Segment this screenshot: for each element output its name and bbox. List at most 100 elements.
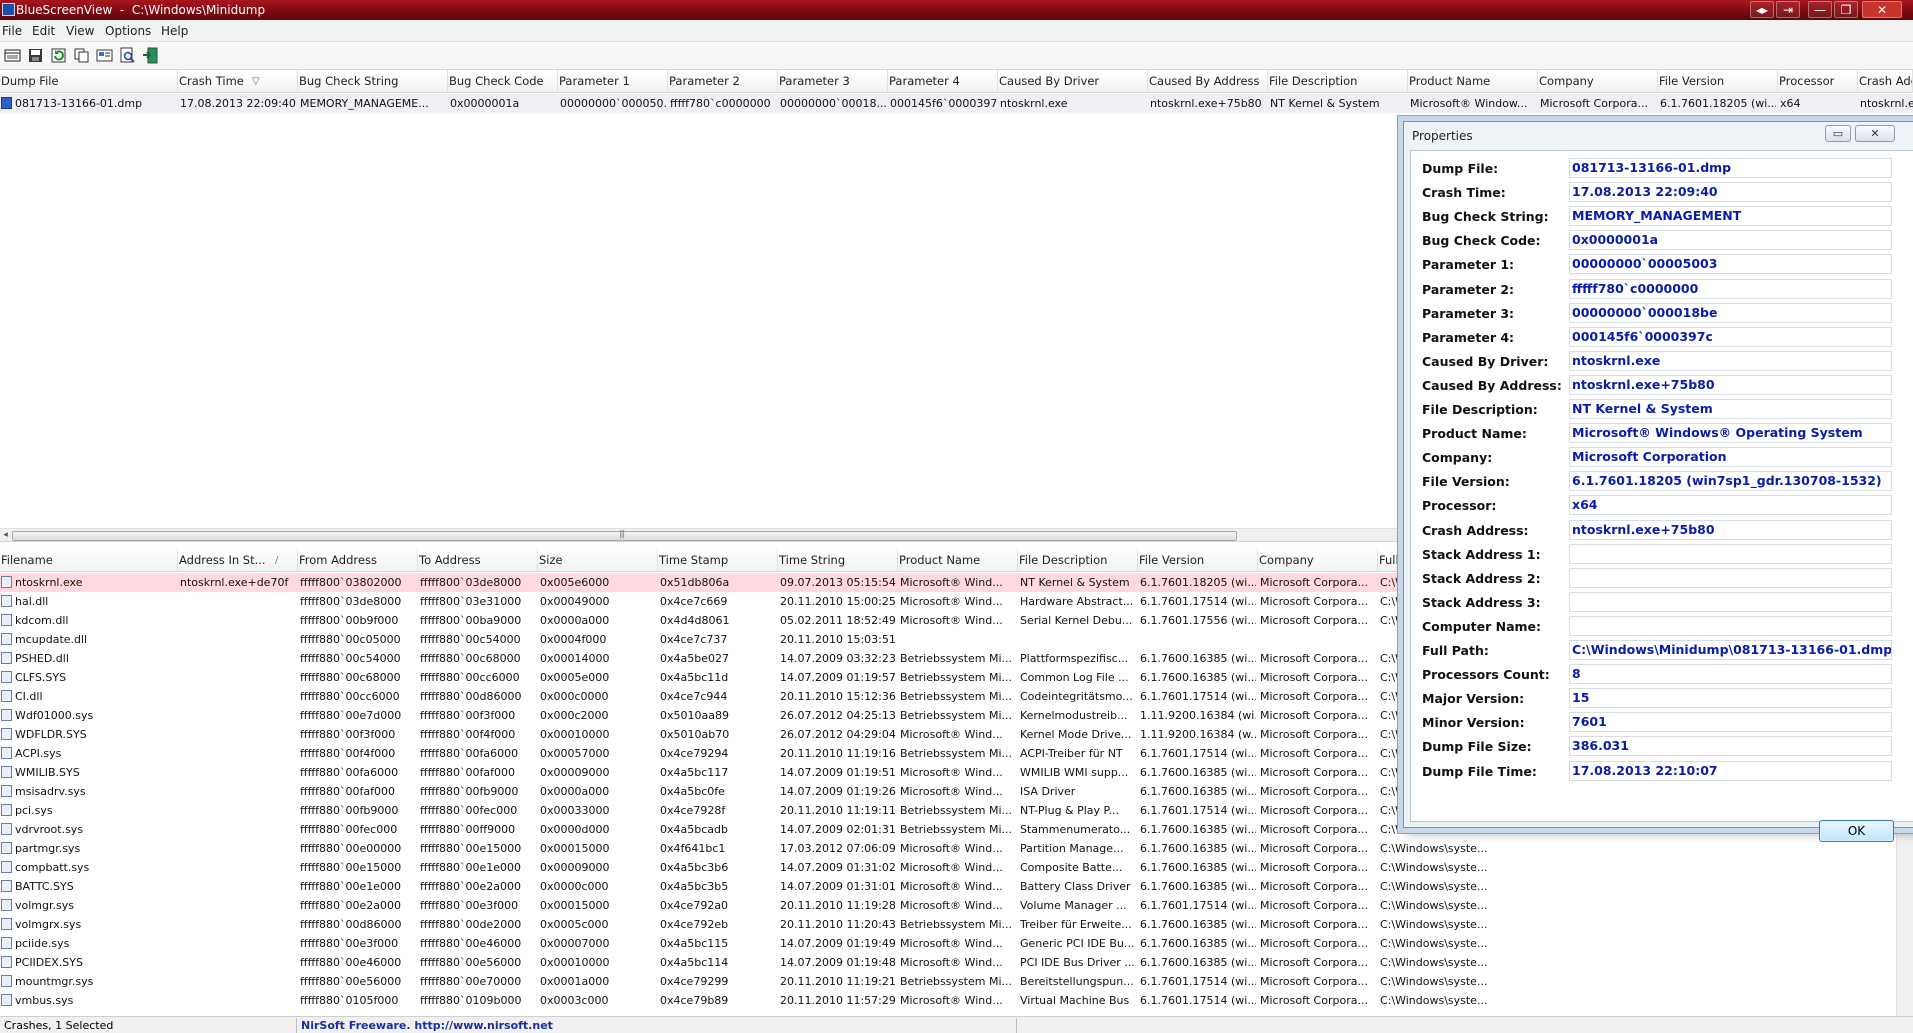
html-report-icon[interactable] bbox=[94, 46, 114, 65]
col-company-lower[interactable]: Company bbox=[1258, 549, 1378, 572]
prop-value-field[interactable]: 000145f6`0000397c bbox=[1569, 326, 1892, 347]
close-button[interactable]: ✕ bbox=[1862, 1, 1902, 18]
prop-value-field[interactable]: x64 bbox=[1569, 495, 1892, 516]
prop-value-field[interactable]: 386.031 bbox=[1569, 736, 1892, 757]
driver-filename: compbatt.sys bbox=[15, 861, 90, 874]
driver-row[interactable]: volmgrx.sys fffff880`00d86000 fffff880`00d… bbox=[0, 915, 1913, 934]
crash-row[interactable]: 081713-13166-01.dmp 17.08.2013 22:09:40 … bbox=[0, 94, 1913, 113]
prop-value-field[interactable]: 7601 bbox=[1569, 712, 1892, 733]
col-company[interactable]: Company bbox=[1538, 70, 1658, 93]
col-processor[interactable]: Processor bbox=[1778, 70, 1858, 93]
scroll-left-icon[interactable]: ◂ bbox=[0, 530, 11, 542]
exit-icon[interactable] bbox=[140, 46, 160, 65]
driver-row[interactable]: BATTC.SYS fffff880`00e1e000 fffff880`00e2a… bbox=[0, 877, 1913, 896]
col-time-string[interactable]: Time String bbox=[778, 549, 898, 572]
col-parameter-3[interactable]: Parameter 3 bbox=[778, 70, 888, 93]
cell-from-address: fffff880`00e7d000 bbox=[300, 709, 402, 722]
resize-icon[interactable]: ◂▸ bbox=[1750, 1, 1774, 18]
cell-time-stamp: 0x4ce79b89 bbox=[660, 994, 729, 1007]
col-parameter-1[interactable]: Parameter 1 bbox=[558, 70, 668, 93]
cell-from-address: fffff800`03de8000 bbox=[300, 595, 402, 608]
prop-value-field[interactable]: ntoskrnl.exe bbox=[1569, 350, 1892, 371]
menu-edit[interactable]: Edit bbox=[32, 24, 55, 38]
prop-value-field[interactable]: 0x0000001a bbox=[1569, 230, 1892, 251]
prop-value-field[interactable] bbox=[1569, 591, 1892, 612]
col-file-version[interactable]: File Version bbox=[1658, 70, 1778, 93]
prop-value-field[interactable]: 081713-13166-01.dmp bbox=[1569, 158, 1892, 178]
prop-value-field[interactable] bbox=[1569, 567, 1892, 588]
copy-icon[interactable] bbox=[71, 46, 91, 65]
col-product-name[interactable]: Product Name bbox=[1408, 70, 1538, 93]
col-crash-time[interactable]: Crash Time ▽ bbox=[178, 70, 298, 93]
col-file-description[interactable]: File Description bbox=[1268, 70, 1408, 93]
prop-value-field[interactable]: 00000000`00005003 bbox=[1569, 254, 1892, 275]
ok-button[interactable]: OK bbox=[1819, 820, 1894, 842]
dialog-restore-button[interactable]: ▭ bbox=[1825, 125, 1851, 142]
col-from-address[interactable]: From Address bbox=[298, 549, 418, 572]
cell-file-version: 6.1.7601.17514 (wi... bbox=[1140, 994, 1256, 1007]
cell-file-version: 6.1.7601.17514 (wi... bbox=[1140, 690, 1256, 703]
properties-icon[interactable] bbox=[2, 46, 22, 65]
scrollbar-thumb[interactable] bbox=[12, 529, 1237, 541]
prop-value-field[interactable]: ntoskrnl.exe+75b80 bbox=[1569, 374, 1892, 395]
col-time-stamp[interactable]: Time Stamp bbox=[658, 549, 778, 572]
col-file-description-lower[interactable]: File Description bbox=[1018, 549, 1138, 572]
driver-row[interactable]: mountmgr.sys fffff880`00e56000 fffff880`00… bbox=[0, 972, 1913, 991]
driver-file-icon bbox=[1, 956, 12, 968]
driver-row[interactable]: volmgr.sys fffff880`00e2a000 fffff880`00e3… bbox=[0, 896, 1913, 915]
col-bug-check-code[interactable]: Bug Check Code bbox=[448, 70, 558, 93]
prop-value-field[interactable]: Microsoft Corporation bbox=[1569, 447, 1892, 468]
col-dump-file[interactable]: Dump File bbox=[0, 70, 178, 93]
col-size[interactable]: Size bbox=[538, 549, 658, 572]
cell-file-description: Kernel Mode Drive... bbox=[1020, 728, 1132, 741]
find-icon[interactable] bbox=[117, 46, 137, 65]
col-crash-address[interactable]: Crash Address bbox=[1858, 70, 1913, 93]
dialog-close-button[interactable]: ✕ bbox=[1855, 125, 1895, 142]
prop-value-field[interactable]: 17.08.2013 22:09:40 bbox=[1569, 182, 1892, 203]
prop-value-field[interactable]: 15 bbox=[1569, 688, 1892, 709]
nirsoft-link[interactable]: NirSoft Freeware. http://www.nirsoft.net bbox=[301, 1019, 553, 1032]
driver-row[interactable]: pciide.sys fffff880`00e3f000 fffff880`00e4… bbox=[0, 934, 1913, 953]
cell-full-path: C:\Windows\syste... bbox=[1380, 994, 1488, 1007]
prop-value-field[interactable]: 6.1.7601.18205 (win7sp1_gdr.130708-1532) bbox=[1569, 471, 1892, 492]
save-icon[interactable] bbox=[25, 46, 45, 65]
prop-value-field[interactable]: 8 bbox=[1569, 664, 1892, 685]
prop-value-field[interactable] bbox=[1569, 615, 1892, 636]
col-product-name-lower[interactable]: Product Name bbox=[898, 549, 1018, 572]
col-bug-check-string[interactable]: Bug Check String bbox=[298, 70, 448, 93]
cell-file-version: 6.1.7601.17514 (wi... bbox=[1140, 975, 1256, 988]
col-caused-by-address[interactable]: Caused By Address bbox=[1148, 70, 1268, 93]
col-to-address[interactable]: To Address bbox=[418, 549, 538, 572]
snap-icon[interactable]: ⇥ bbox=[1776, 1, 1800, 18]
menu-view[interactable]: View bbox=[66, 24, 94, 38]
col-address-in-stack[interactable]: Address In St... / bbox=[178, 549, 298, 572]
col-parameter-4[interactable]: Parameter 4 bbox=[888, 70, 998, 93]
prop-value-field[interactable]: C:\Windows\Minidump\081713-13166-01.dmp bbox=[1569, 640, 1892, 660]
cell-filename: ntoskrnl.exe bbox=[1, 573, 177, 592]
menu-file[interactable]: File bbox=[2, 24, 22, 38]
driver-row[interactable]: compbatt.sys fffff880`00e15000 fffff880`00… bbox=[0, 858, 1913, 877]
driver-row[interactable]: partmgr.sys fffff880`00e00000 fffff880`00e… bbox=[0, 839, 1913, 858]
maximize-button[interactable]: ❐ bbox=[1834, 1, 1858, 18]
prop-value-field[interactable]: 00000000`000018be bbox=[1569, 302, 1892, 323]
col-parameter-2[interactable]: Parameter 2 bbox=[668, 70, 778, 93]
prop-value-field[interactable]: 17.08.2013 22:10:07 bbox=[1569, 760, 1892, 781]
prop-value-field[interactable]: fffff780`c0000000 bbox=[1569, 278, 1892, 299]
prop-value-field[interactable]: NT Kernel & System bbox=[1569, 399, 1892, 419]
cell-time-string: 20.11.2010 15:03:51 bbox=[780, 633, 896, 646]
prop-value-field[interactable]: ntoskrnl.exe+75b80 bbox=[1569, 519, 1892, 540]
minimize-button[interactable]: — bbox=[1808, 1, 1832, 18]
col-file-version-lower[interactable]: File Version bbox=[1138, 549, 1258, 572]
menu-help[interactable]: Help bbox=[161, 24, 188, 38]
prop-value-field[interactable]: Microsoft® Windows® Operating System bbox=[1569, 423, 1892, 444]
cell-full-path: C:\Windows\syste... bbox=[1380, 842, 1488, 855]
prop-value-field[interactable]: MEMORY_MANAGEMENT bbox=[1569, 206, 1892, 227]
driver-row[interactable]: vmbus.sys fffff880`0105f000 fffff880`0109b… bbox=[0, 991, 1913, 1010]
col-filename[interactable]: Filename bbox=[0, 549, 178, 572]
driver-row[interactable]: PCIIDEX.SYS fffff880`00e46000 fffff880`00e… bbox=[0, 953, 1913, 972]
menu-options[interactable]: Options bbox=[105, 24, 151, 38]
prop-label: File Description: bbox=[1422, 402, 1538, 417]
refresh-icon[interactable] bbox=[48, 46, 68, 65]
prop-value-field[interactable] bbox=[1569, 543, 1892, 564]
col-caused-by-driver[interactable]: Caused By Driver bbox=[998, 70, 1148, 93]
